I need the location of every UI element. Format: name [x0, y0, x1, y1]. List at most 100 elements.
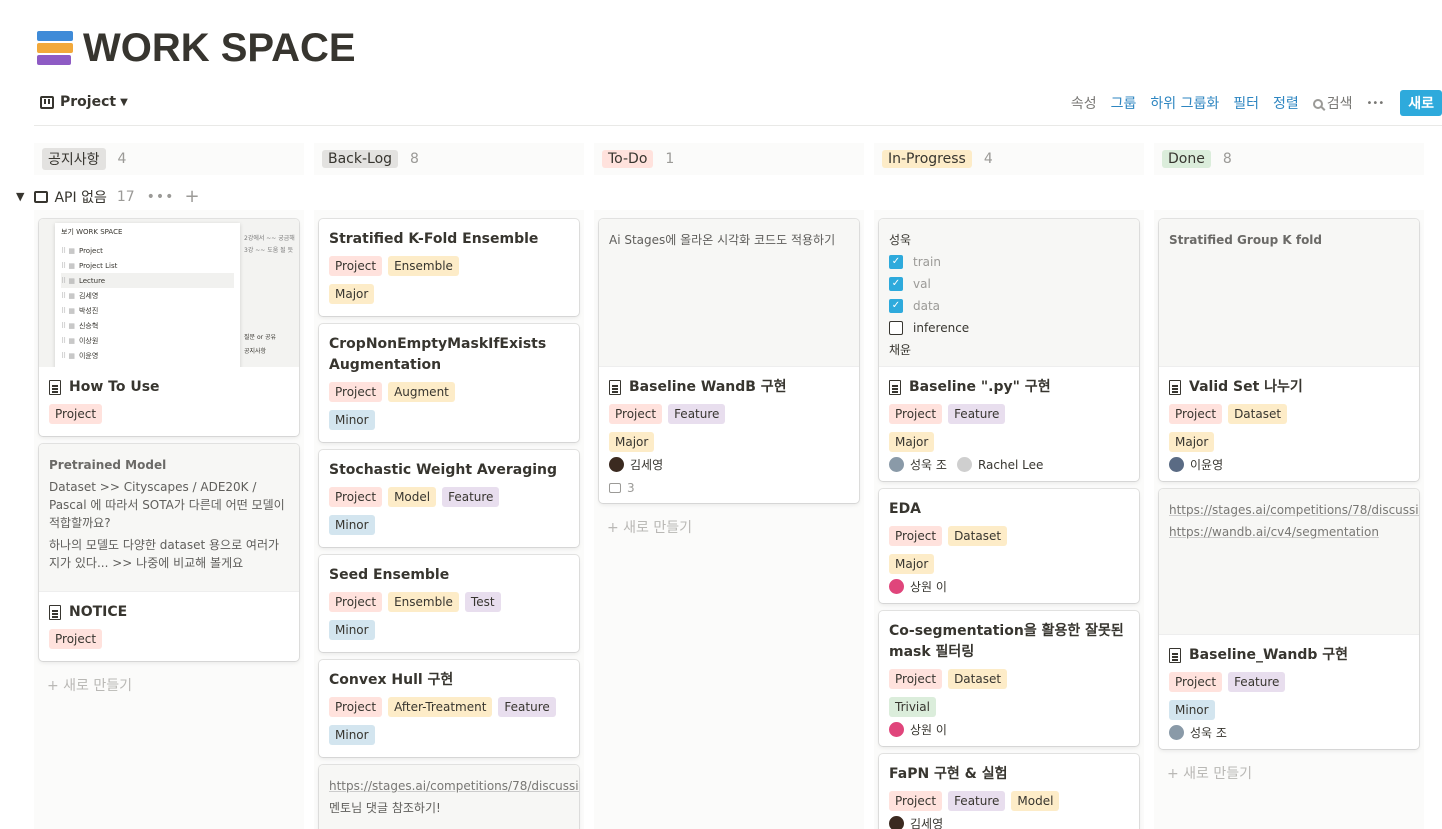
card-title-text: Co-segmentation을 활용한 잘못된 mask 필터링	[889, 623, 1124, 660]
checkbox-checked-icon[interactable]: ✓	[889, 277, 903, 291]
card-title-text: CropNonEmptyMaskIfExists Augmentation	[329, 336, 547, 373]
board-card[interactable]: Co-segmentation을 활용한 잘못된 mask 필터링 Project…	[879, 611, 1139, 746]
properties-button[interactable]: 속성	[1071, 93, 1097, 113]
board-card[interactable]: https://stages.ai/competitions/78/discus…	[319, 765, 579, 829]
subgroup-button[interactable]: 하위 그룹화	[1150, 93, 1219, 113]
new-button[interactable]: 새로	[1400, 90, 1442, 116]
avatar	[1169, 725, 1184, 740]
avatar	[1169, 457, 1184, 472]
card-title[interactable]: Co-segmentation을 활용한 잘못된 mask 필터링	[889, 621, 1129, 663]
column-header[interactable]: 공지사항 4	[34, 143, 304, 175]
card-tags: Project	[49, 404, 289, 424]
board-card[interactable]: Stochastic Weight Averaging Project Model F…	[319, 450, 579, 547]
inbox-icon	[34, 190, 49, 203]
group-count: 17	[116, 188, 135, 205]
card-preview: 성욱 ✓ train ✓ val ✓ data inference 채윤	[879, 219, 1139, 367]
card-title[interactable]: How To Use	[49, 377, 289, 398]
tag-badge: Model	[388, 487, 437, 507]
board-card[interactable]: Stratified K-Fold Ensemble Project Ensembl…	[319, 219, 579, 316]
card-title[interactable]: Stratified K-Fold Ensemble	[329, 229, 569, 250]
assignee-name: 성욱 조	[910, 458, 947, 472]
column-status-badge[interactable]: In-Progress	[882, 150, 972, 168]
preview-link[interactable]: https://stages.ai/competitions/78/discus…	[329, 777, 579, 795]
column-status-badge[interactable]: 공지사항	[42, 148, 106, 170]
checklist-item: ✓ val	[889, 275, 1129, 293]
collapse-triangle-icon[interactable]: ▼	[16, 190, 24, 203]
card-title[interactable]: Valid Set 나누기	[1169, 377, 1409, 398]
new-card-button[interactable]: + 새로 만들기	[1159, 757, 1419, 789]
board-card[interactable]: https://stages.ai/competitions/78/discus…	[1159, 489, 1419, 749]
view-selector[interactable]: Project ▼	[40, 94, 128, 110]
board-card[interactable]: Ai Stages에 올라온 시각화 코드도 적용하기 Baseline Wand…	[599, 219, 859, 503]
preview-link[interactable]: https://stages.ai/competitions/78/discus…	[1169, 501, 1419, 519]
tag-badge: Minor	[329, 515, 375, 535]
assignee-name: 상원 이	[910, 723, 947, 737]
card-tags: Project Feature Model	[889, 791, 1129, 811]
card-title[interactable]: FaPN 구현 & 실험	[889, 764, 1129, 785]
tag-badge: Major	[889, 432, 935, 452]
card-title[interactable]: Stochastic Weight Averaging	[329, 460, 569, 481]
column-header[interactable]: To-Do 1	[594, 143, 864, 175]
card-body: Baseline_Wandb 구현 Project Feature Minor 성욱 조	[1159, 635, 1419, 749]
card-title[interactable]: Convex Hull 구현	[329, 670, 569, 691]
column-header[interactable]: Back-Log 8	[314, 143, 584, 175]
board-card[interactable]: Seed Ensemble Project Ensemble Test Minor	[319, 555, 579, 652]
tag-badge: Project	[329, 487, 383, 507]
cover-view-panel: 보기 WORK SPACE ⠿ ▦ Project ⠿ ▦ Project List ⠿ …	[55, 223, 240, 367]
page-title[interactable]: WORK SPACE	[83, 26, 356, 71]
cover-panel-title: 보기 WORK SPACE	[61, 228, 123, 236]
new-card-button[interactable]: + 새로 만들기	[599, 511, 859, 543]
cover-panel-item: ⠿ ▦ 김세영	[61, 291, 99, 300]
column-status-badge[interactable]: To-Do	[602, 150, 654, 168]
group-more-button[interactable]: •••	[147, 189, 175, 205]
card-body: Seed Ensemble Project Ensemble Test Minor	[319, 555, 579, 652]
cover-panel-item-label: 김세영	[78, 291, 99, 300]
database-toolbar: Project ▼ 속성 그룹 하위 그룹화 필터 정렬 검색 ••• 새로	[34, 88, 1442, 126]
card-preview: Ai Stages에 올라온 시각화 코드도 적용하기	[599, 219, 859, 367]
card-body: CropNonEmptyMaskIfExists Augmentation Pro…	[319, 324, 579, 442]
column-header[interactable]: Done 8	[1154, 143, 1424, 175]
card-title[interactable]: NOTICE	[49, 602, 289, 623]
column-count: 4	[983, 151, 993, 167]
more-options-button[interactable]: •••	[1367, 98, 1385, 109]
checkbox-checked-icon[interactable]: ✓	[889, 255, 903, 269]
board-card[interactable]: 성욱 ✓ train ✓ val ✓ data inference 채윤 Baseline ".p…	[879, 219, 1139, 481]
group-add-button[interactable]: +	[184, 186, 199, 207]
tag-badge: Trivial	[889, 697, 936, 717]
search-button[interactable]: 검색	[1312, 93, 1353, 113]
card-title[interactable]: Baseline WandB 구현	[609, 377, 849, 398]
board-card[interactable]: EDA Project Dataset Major 상원 이	[879, 489, 1139, 603]
sort-button[interactable]: 정렬	[1273, 93, 1299, 113]
card-body: FaPN 구현 & 실험 Project Feature Model 김세영	[879, 754, 1139, 829]
group-header[interactable]: ▼ API 없음 17 ••• +	[16, 186, 200, 207]
preview-link[interactable]: https://wandb.ai/cv4/segmentation	[1169, 523, 1409, 541]
card-title[interactable]: Seed Ensemble	[329, 565, 569, 586]
cover-side-line: 3강 ~~ 도움 될 듯	[244, 247, 294, 254]
board-card[interactable]: CropNonEmptyMaskIfExists Augmentation Pro…	[319, 324, 579, 442]
card-preview: Stratified Group K fold	[1159, 219, 1419, 367]
new-card-button[interactable]: + 새로 만들기	[39, 669, 299, 701]
checkbox-empty-icon[interactable]	[889, 321, 903, 335]
comment-count[interactable]: 3	[609, 481, 849, 495]
card-title-text: FaPN 구현 & 실험	[889, 766, 1008, 782]
column-status-badge[interactable]: Done	[1162, 150, 1211, 168]
card-title[interactable]: CropNonEmptyMaskIfExists Augmentation	[329, 334, 569, 376]
board-card[interactable]: Pretrained Model Dataset >> Cityscapes / …	[39, 444, 299, 661]
card-title-text: Stochastic Weight Averaging	[329, 462, 558, 478]
card-title[interactable]: EDA	[889, 499, 1129, 520]
card-title[interactable]: Baseline ".py" 구현	[889, 377, 1129, 398]
column-header[interactable]: In-Progress 4	[874, 143, 1144, 175]
books-icon[interactable]	[37, 29, 73, 69]
card-body: How To Use Project	[39, 367, 299, 436]
card-title[interactable]: Baseline_Wandb 구현	[1169, 645, 1409, 666]
checkbox-checked-icon[interactable]: ✓	[889, 299, 903, 313]
cover-panel-item-label: 박성진	[78, 306, 99, 315]
preview-text: Dataset >> Cityscapes / ADE20K / Pascal …	[49, 480, 285, 530]
column-status-badge[interactable]: Back-Log	[322, 150, 399, 168]
group-button[interactable]: 그룹	[1111, 93, 1137, 113]
filter-button[interactable]: 필터	[1233, 93, 1259, 113]
board-card[interactable]: 보기 WORK SPACE ⠿ ▦ Project ⠿ ▦ Project List ⠿ …	[39, 219, 299, 436]
board-card[interactable]: Convex Hull 구현 Project After-Treatment Feat…	[319, 660, 579, 757]
board-card[interactable]: Stratified Group K fold Valid Set 나누기 Proj…	[1159, 219, 1419, 481]
board-card[interactable]: FaPN 구현 & 실험 Project Feature Model 김세영	[879, 754, 1139, 829]
